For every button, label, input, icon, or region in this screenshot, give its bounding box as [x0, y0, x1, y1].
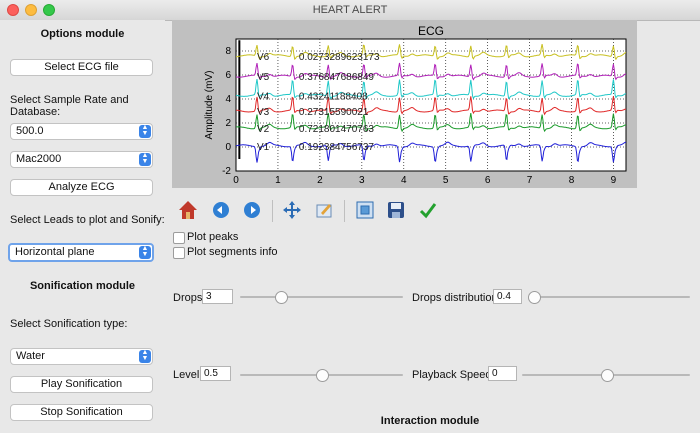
lead-value-label: 0.0273289623173 [299, 52, 380, 63]
chart-title: ECG [418, 24, 444, 38]
ecg-plot-canvas: 0 1 2 3 4 5 6 7 8 9 -2 0 2 4 6 8 ECG Amplitude (mV) V1 0.19… [172, 20, 637, 188]
database-value: Mac2000 [16, 153, 62, 165]
y-tick-label: -2 [222, 166, 231, 177]
drops-label: Drops: [173, 292, 206, 304]
playback-speed-input[interactable]: 0 [488, 366, 517, 381]
plot-peaks-label: Plot peaks [187, 231, 239, 243]
y-tick-label: 0 [225, 142, 231, 153]
y-tick-label: 4 [225, 94, 231, 105]
leads-label: Select Leads to plot and Sonify: [10, 214, 165, 226]
plot-peaks-checkbox[interactable] [173, 232, 185, 244]
analyze-ecg-button[interactable]: Analyze ECG [10, 179, 153, 196]
playback-speed-slider-handle[interactable] [601, 369, 614, 382]
database-select[interactable]: Mac2000 ▲ ▼ [10, 151, 153, 168]
x-tick-label: 6 [485, 175, 491, 186]
sample-rate-label: Select Sample Rate and Database: [10, 94, 129, 118]
stop-sonification-button[interactable]: Stop Sonification [10, 404, 153, 421]
playback-speed-label: Playback Speed: [412, 369, 495, 381]
x-tick-label: 7 [527, 175, 533, 186]
x-tick-label: 8 [569, 175, 575, 186]
sonification-type-label: Select Sonification type: [10, 318, 128, 330]
ecg-chart: 0 1 2 3 4 5 6 7 8 9-202468ECGAmplitude (mV)V1 0.19… [204, 24, 627, 186]
level-slider[interactable] [240, 369, 403, 382]
plot-segments-label: Plot segments info [187, 246, 278, 258]
play-sonification-button[interactable]: Play Sonification [10, 376, 153, 393]
window-title: HEART ALERT [312, 4, 388, 16]
level-slider-handle[interactable] [316, 369, 329, 382]
x-tick-label: 4 [401, 175, 407, 186]
checkmark-icon[interactable] [416, 198, 440, 222]
y-tick-label: 2 [225, 118, 231, 129]
x-tick-label: 9 [611, 175, 617, 186]
window-titlebar: HEART ALERT [0, 0, 700, 21]
toolbar-separator [272, 200, 273, 222]
drops-input[interactable]: 3 [202, 289, 233, 304]
y-tick-label: 6 [225, 70, 231, 81]
options-sidebar: Options module Select ECG file Select Sa… [0, 20, 165, 433]
drops-distribution-input[interactable]: 0.4 [493, 289, 522, 304]
lead-value-label: 0.192384756737 [299, 142, 375, 153]
drops-distribution-slider[interactable] [528, 291, 690, 304]
forward-arrow-icon[interactable] [240, 198, 264, 222]
lead-name-label: V2 [257, 124, 270, 135]
sonification-type-value: Water [16, 350, 45, 362]
lead-name-label: V1 [257, 142, 270, 153]
plot-toolbar [172, 196, 682, 226]
interaction-module-heading: Interaction module [380, 415, 480, 427]
drops-distribution-label: Drops distribution: [412, 292, 501, 304]
select-ecg-file-button[interactable]: Select ECG file [10, 59, 153, 76]
select-arrows-icon: ▲ ▼ [139, 245, 151, 259]
configure-subplots-icon[interactable] [353, 198, 377, 222]
playback-speed-slider[interactable] [522, 369, 690, 382]
y-axis-label: Amplitude (mV) [204, 71, 215, 140]
toolbar-separator [344, 200, 345, 222]
lead-value-label: 0.376847686849 [299, 72, 375, 83]
x-tick-label: 1 [275, 175, 281, 186]
lead-name-label: V6 [257, 52, 270, 63]
sonification-module-heading: Sonification module [29, 280, 136, 292]
lead-value-label: 0.721801470763 [299, 124, 375, 135]
x-tick-label: 5 [443, 175, 449, 186]
drops-distribution-slider-handle[interactable] [528, 291, 541, 304]
lead-value-label: 0.27315590021 [299, 107, 369, 118]
lead-value-label: 0.43241188408 [299, 91, 368, 102]
x-tick-label: 3 [359, 175, 365, 186]
sample-rate-select[interactable]: 500.0 ▲ ▼ [10, 123, 153, 140]
lead-name-label: V5 [257, 72, 270, 83]
select-arrows-icon: ▲ ▼ [139, 124, 151, 138]
plot-segments-checkbox[interactable] [173, 247, 185, 259]
level-input[interactable]: 0.5 [200, 366, 231, 381]
x-tick-label: 0 [233, 175, 239, 186]
sample-rate-value: 500.0 [16, 125, 44, 137]
zoom-edit-icon[interactable] [312, 198, 336, 222]
options-module-heading: Options module [40, 28, 125, 40]
pan-move-icon[interactable] [280, 198, 304, 222]
select-arrows-icon: ▲ ▼ [139, 349, 151, 363]
level-label: Level: [173, 369, 203, 381]
home-icon[interactable] [176, 198, 200, 222]
back-arrow-icon[interactable] [209, 198, 233, 222]
drops-slider-handle[interactable] [275, 291, 288, 304]
sonification-type-select[interactable]: Water ▲ ▼ [10, 348, 153, 365]
lead-name-label: V3 [257, 107, 270, 118]
save-icon[interactable] [384, 198, 408, 222]
leads-value: Horizontal plane [15, 246, 95, 258]
y-tick-label: 8 [225, 46, 231, 57]
leads-select[interactable]: Horizontal plane ▲ ▼ [8, 243, 154, 262]
drops-slider[interactable] [240, 291, 403, 304]
x-tick-label: 2 [317, 175, 323, 186]
select-arrows-icon: ▲ ▼ [139, 152, 151, 166]
lead-name-label: V4 [257, 91, 270, 102]
